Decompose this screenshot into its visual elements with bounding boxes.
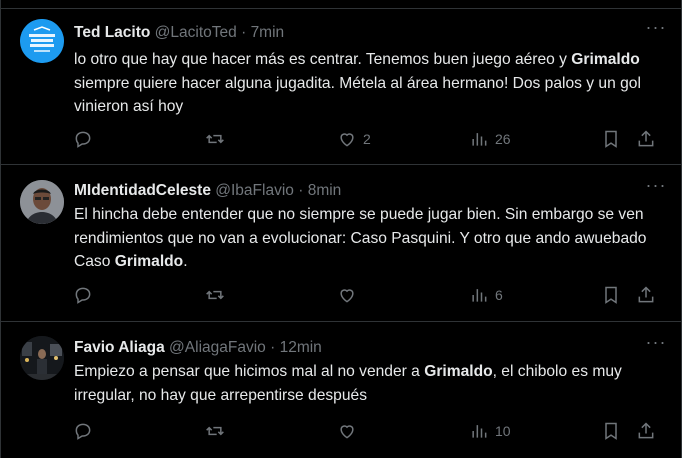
- tweet-text: Empiezo a pensar que hicimos mal al no v…: [74, 360, 664, 407]
- tweet-actions: 6: [73, 283, 663, 307]
- views-button[interactable]: 6: [469, 283, 503, 307]
- tweet-header: Ted Lacito @LacitoTed · 7min: [74, 24, 284, 42]
- repost-icon: [206, 134, 224, 144]
- reply-icon: [75, 131, 91, 148]
- tweet-header: MIdentidadCeleste @IbaFlavio · 8min: [74, 182, 341, 200]
- bookmark-icon: [605, 130, 617, 148]
- bookmark-button[interactable]: [601, 283, 621, 307]
- author-name[interactable]: Favio Aliaga: [74, 339, 165, 356]
- text-segment: .: [183, 253, 188, 271]
- repost-button[interactable]: [205, 419, 225, 443]
- text-segment: siempre quiere hacer alguna jugadita. Mé…: [74, 74, 641, 116]
- person-photo-avatar: [20, 180, 64, 224]
- tweet-text: El hincha debe entender que no siempre s…: [74, 203, 664, 274]
- text-segment-bold: Grimaldo: [114, 253, 184, 271]
- heart-icon: [340, 133, 354, 147]
- bookmark-icon: [605, 286, 617, 304]
- repost-button[interactable]: [205, 283, 225, 307]
- reply-button[interactable]: [73, 283, 93, 307]
- tweet-time[interactable]: 7min: [251, 24, 285, 41]
- reply-button[interactable]: [73, 127, 93, 151]
- like-button[interactable]: [337, 419, 357, 443]
- reply-button[interactable]: [73, 419, 93, 443]
- share-button[interactable]: [636, 283, 656, 307]
- separator-dot: ·: [241, 24, 247, 41]
- author-handle[interactable]: @AliagaFavio: [169, 339, 266, 356]
- club-crest-avatar: [20, 19, 64, 63]
- views-count: 26: [495, 131, 511, 147]
- views-count: 10: [495, 423, 511, 439]
- views-chart-icon: [472, 289, 487, 302]
- tweet-time[interactable]: 12min: [280, 339, 322, 356]
- tweet[interactable]: Favio Aliaga @AliagaFavio · 12min ··· Em…: [1, 322, 681, 458]
- heart-icon: [340, 425, 354, 439]
- more-dots-icon[interactable]: ···: [645, 18, 667, 40]
- text-segment: lo otro que hay que hacer más es centrar…: [74, 51, 572, 68]
- repost-icon: [206, 290, 224, 300]
- like-button[interactable]: [337, 283, 357, 307]
- author-handle[interactable]: @LacitoTed: [155, 24, 237, 41]
- like-button[interactable]: 2: [337, 127, 371, 151]
- author-name[interactable]: Ted Lacito: [74, 24, 150, 41]
- reply-icon: [75, 423, 91, 440]
- share-icon: [638, 422, 654, 439]
- repost-button[interactable]: [205, 127, 225, 151]
- bookmark-icon: [605, 422, 617, 440]
- views-button[interactable]: 26: [469, 127, 511, 151]
- avatar[interactable]: [20, 19, 64, 63]
- views-chart-icon: [472, 133, 487, 146]
- bookmark-button[interactable]: [601, 127, 621, 151]
- tweet-actions: 10: [73, 419, 663, 443]
- author-handle[interactable]: @IbaFlavio: [215, 182, 294, 199]
- tweet-time[interactable]: 8min: [308, 182, 342, 199]
- share-icon: [638, 130, 654, 147]
- avatar[interactable]: [20, 180, 64, 224]
- tweet-text: lo otro que hay que hacer más es centrar…: [74, 48, 664, 119]
- text-segment: Empiezo a pensar que hicimos mal al no v…: [74, 363, 425, 380]
- repost-icon: [206, 426, 224, 436]
- tweet-header: Favio Aliaga @AliagaFavio · 12min: [74, 339, 322, 357]
- more-dots-icon[interactable]: ···: [645, 333, 667, 355]
- tweet[interactable]: MIdentidadCeleste @IbaFlavio · 8min ··· …: [1, 165, 681, 322]
- text-segment-bold: Grimaldo: [424, 363, 493, 380]
- heart-icon: [340, 289, 354, 303]
- reply-icon: [75, 287, 91, 304]
- separator-dot: ·: [270, 339, 276, 356]
- views-chart-icon: [472, 425, 487, 438]
- night-street-photo-avatar: [20, 336, 64, 380]
- share-button[interactable]: [636, 127, 656, 151]
- views-count: 6: [495, 287, 503, 303]
- tweet-actions: 2 26: [73, 127, 663, 151]
- share-button[interactable]: [636, 419, 656, 443]
- tweet[interactable]: Ted Lacito @LacitoTed · 7min ··· lo otro…: [1, 9, 681, 165]
- bookmark-button[interactable]: [601, 419, 621, 443]
- views-button[interactable]: 10: [469, 419, 511, 443]
- author-name[interactable]: MIdentidadCeleste: [74, 182, 211, 199]
- more-dots-icon[interactable]: ···: [645, 176, 667, 198]
- separator-dot: ·: [298, 182, 304, 199]
- like-count: 2: [363, 131, 371, 147]
- share-icon: [638, 286, 654, 303]
- avatar[interactable]: [20, 336, 64, 380]
- text-segment-bold: Grimaldo: [571, 51, 640, 68]
